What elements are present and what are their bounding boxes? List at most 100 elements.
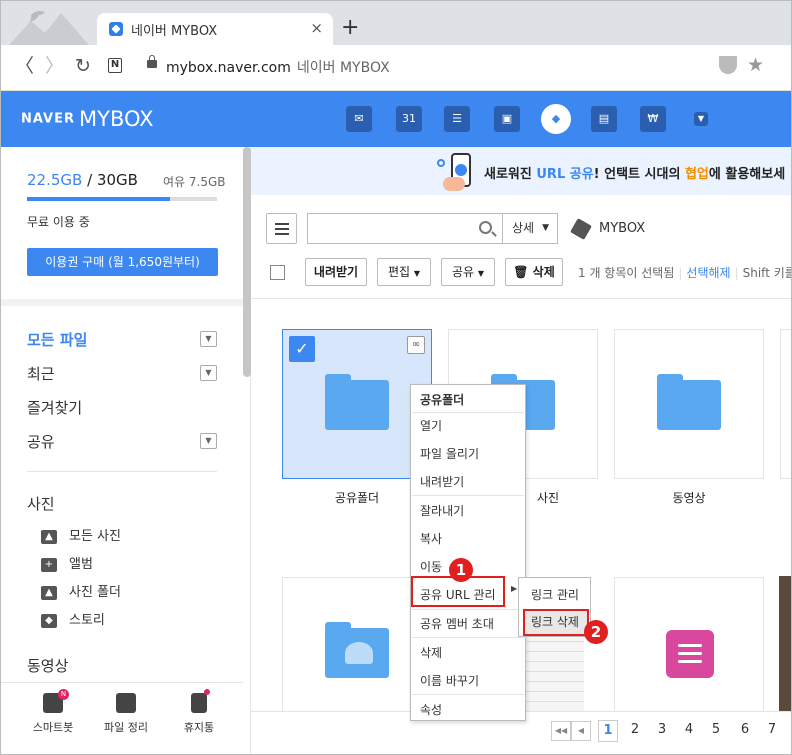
photo-item-all[interactable]: ▲ 모든 사진 <box>41 525 121 544</box>
share-button[interactable]: 공유 ▼ <box>441 258 495 286</box>
delete-button[interactable]: 🗑 삭제 <box>505 258 563 286</box>
page-7[interactable]: 7 <box>762 722 782 737</box>
menu-divider <box>412 637 524 638</box>
logo-mybox: MYBOX <box>79 107 154 131</box>
chevron-down-icon: ▼ <box>413 269 421 278</box>
photo-item-album[interactable]: + 앨범 <box>41 553 93 572</box>
menu-item-invite[interactable]: 공유 멤버 초대 <box>420 615 494 632</box>
nav-all-files[interactable]: 모든 파일 <box>27 329 87 350</box>
prev-page-icon[interactable]: ◀ <box>571 721 591 741</box>
memo-icon[interactable]: ☰ <box>444 106 470 132</box>
check-icon[interactable]: ✓ <box>289 336 315 362</box>
link-icon[interactable]: ∞ <box>407 336 425 354</box>
select-all-checkbox[interactable] <box>270 265 285 280</box>
menu-item-delete[interactable]: 삭제 <box>420 644 442 661</box>
url-field[interactable]: mybox.naver.com 네이버 MYBOX <box>166 57 390 77</box>
page-1[interactable]: 1 <box>598 720 618 742</box>
file-label[interactable]: 동영상 <box>614 489 764 506</box>
mybox-icon[interactable]: ◆ <box>541 104 571 134</box>
sidebar-divider <box>27 471 217 472</box>
mybox-logo[interactable]: NAVER MYBOX <box>21 107 154 131</box>
share-label: 공유 <box>451 265 475 279</box>
photo-item-folder[interactable]: ▲ 사진 폴더 <box>41 581 121 600</box>
search-input[interactable] <box>307 213 503 244</box>
tab-close-icon[interactable]: × <box>310 19 323 37</box>
contacts-icon[interactable]: ▣ <box>494 106 520 132</box>
banner-text-orange: 협업 <box>684 167 709 182</box>
mail-icon[interactable]: ✉ <box>346 106 372 132</box>
buy-plan-button[interactable]: 이용권 구매 (월 1,650원부터) <box>27 248 218 276</box>
forward-icon[interactable]: 〉 <box>45 55 64 77</box>
photo-heading[interactable]: 사진 <box>27 493 55 514</box>
tab-title: 네이버 MYBOX <box>131 24 218 39</box>
menu-item-copy[interactable]: 복사 <box>420 530 442 547</box>
nav-all-files-dropdown-icon[interactable]: ▼ <box>200 331 217 347</box>
photo-item-story[interactable]: ◆ 스토리 <box>41 609 105 628</box>
menu-item-upload[interactable]: 파일 올리기 <box>420 445 479 462</box>
file-card-videos[interactable] <box>614 329 764 479</box>
more-services-icon[interactable]: ▼ <box>694 112 708 126</box>
file-card-partial[interactable] <box>780 329 791 479</box>
nav-recent-dropdown-icon[interactable]: ▼ <box>200 365 217 381</box>
shift-hint: Shift 키를 <box>742 266 792 280</box>
detail-label: 상세 <box>512 221 535 235</box>
nav-recent[interactable]: 최근 <box>27 363 55 384</box>
mybox-cube-icon <box>570 218 592 240</box>
deselect-link[interactable]: 선택해제 <box>686 266 730 280</box>
download-button[interactable]: 내려받기 <box>305 258 367 286</box>
new-badge: N <box>58 689 69 700</box>
smartbot-button[interactable]: N 스마트봇 <box>23 689 83 735</box>
url-page-title: 네이버 MYBOX <box>296 60 390 76</box>
breadcrumb[interactable]: MYBOX <box>599 221 645 236</box>
file-organize-button[interactable]: 파일 정리 <box>96 693 156 735</box>
nav-favorites[interactable]: 즐겨찾기 <box>27 397 82 418</box>
nav-shared-dropdown-icon[interactable]: ▼ <box>200 433 217 449</box>
extension-shield-icon[interactable] <box>719 56 737 74</box>
page-2[interactable]: 2 <box>625 722 645 737</box>
mybox-favicon-icon <box>109 22 123 36</box>
detail-search-dropdown[interactable]: 상세 ▼ <box>502 213 558 244</box>
nav-shared[interactable]: 공유 <box>27 431 55 452</box>
chevron-down-icon: ▼ <box>542 223 549 233</box>
menu-button[interactable] <box>266 213 297 244</box>
file-card-list[interactable] <box>614 577 764 727</box>
sparkle-icon <box>437 159 445 167</box>
page-5[interactable]: 5 <box>706 722 726 737</box>
list-icon <box>666 630 714 678</box>
submenu-link-delete[interactable]: 링크 삭제 <box>523 609 589 636</box>
new-tab-button[interactable]: + <box>341 17 359 39</box>
photo-thumbnail[interactable] <box>779 576 791 711</box>
status-divider: | <box>734 266 739 280</box>
menu-item-properties[interactable]: 속성 <box>420 701 442 718</box>
office-icon[interactable]: ▤ <box>591 106 617 132</box>
folder-icon <box>657 374 721 430</box>
address-bar: 〈 〉 ↻ N mybox.naver.com 네이버 MYBOX ★ <box>1 45 791 91</box>
trash-button[interactable]: 휴지통 <box>169 689 229 735</box>
search-icon[interactable] <box>479 221 492 234</box>
submenu-link-manage[interactable]: 링크 관리 <box>531 586 579 603</box>
menu-item-download[interactable]: 내려받기 <box>420 473 464 490</box>
edit-button[interactable]: 편집 ▼ <box>377 258 431 286</box>
menu-item-move[interactable]: 이동 <box>420 558 442 575</box>
page-3[interactable]: 3 <box>652 722 672 737</box>
sidebar-scrollbar[interactable] <box>243 147 251 377</box>
browser-tab[interactable]: 네이버 MYBOX × <box>97 13 333 45</box>
lock-icon[interactable] <box>147 55 157 68</box>
naver-n-icon[interactable]: N <box>108 58 122 73</box>
page-6[interactable]: 6 <box>735 722 755 737</box>
promo-banner[interactable]: 새로워진 URL 공유! 언택트 시대의 협업에 활용해보세 <box>251 147 791 195</box>
folder-icon <box>325 374 389 430</box>
page-4[interactable]: 4 <box>679 722 699 737</box>
menu-item-share-url[interactable]: 공유 URL 관리 <box>420 586 496 603</box>
bookmark-star-icon[interactable]: ★ <box>747 54 764 76</box>
menu-item-rename[interactable]: 이름 바꾸기 <box>420 672 479 689</box>
video-heading[interactable]: 동영상 <box>27 655 68 676</box>
reload-icon[interactable]: ↻ <box>75 55 91 77</box>
calendar-icon[interactable]: 31 <box>396 106 422 132</box>
menu-item-cut[interactable]: 잘라내기 <box>420 502 464 519</box>
pay-icon[interactable]: ₩ <box>640 106 666 132</box>
menu-item-open[interactable]: 열기 <box>420 417 442 434</box>
first-page-icon[interactable]: ◀◀ <box>551 721 571 741</box>
back-icon[interactable]: 〈 <box>15 55 34 77</box>
storage-bar-fill <box>27 197 170 201</box>
